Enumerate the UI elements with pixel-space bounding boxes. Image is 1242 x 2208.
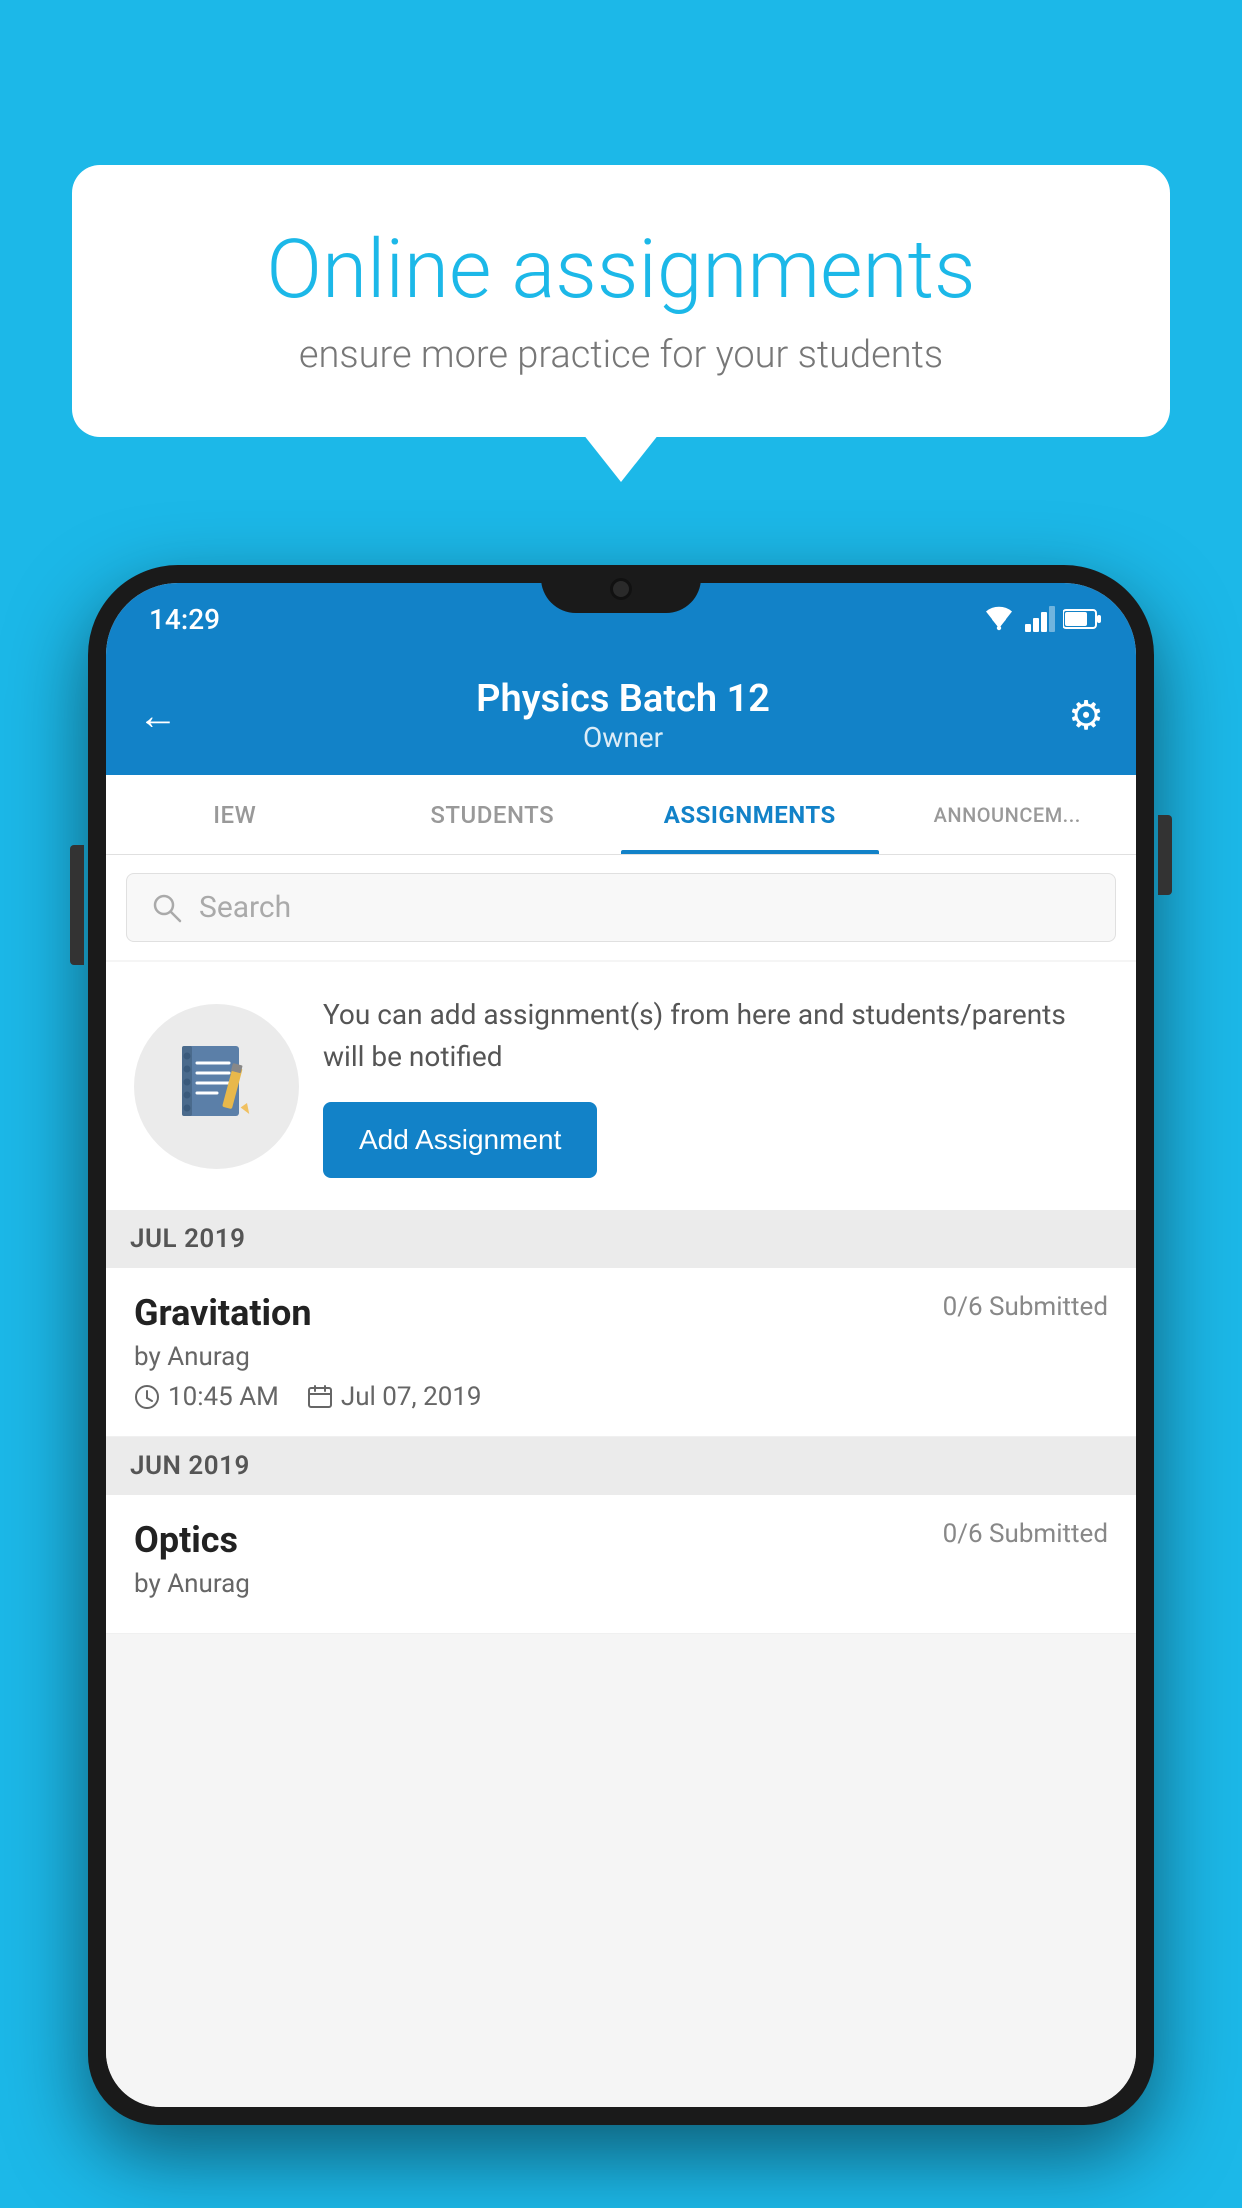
signal-icon <box>1025 606 1055 632</box>
search-placeholder: Search <box>199 890 291 925</box>
header-title: Physics Batch 12 <box>178 677 1068 721</box>
status-icons <box>981 606 1101 632</box>
battery-icon <box>1063 608 1101 630</box>
speech-bubble: Online assignments ensure more practice … <box>72 165 1170 437</box>
phone-screen: 14:29 <box>106 583 1136 2107</box>
header-subtitle: Owner <box>178 721 1068 754</box>
settings-button[interactable]: ⚙ <box>1068 692 1104 739</box>
search-icon <box>151 892 183 924</box>
calendar-icon <box>307 1384 333 1410</box>
notch <box>541 565 701 613</box>
section-header-jun: JUN 2019 <box>106 1437 1136 1495</box>
assignment-item-header: Gravitation 0/6 Submitted <box>134 1292 1108 1334</box>
status-time: 14:29 <box>141 603 220 636</box>
search-bar[interactable]: Search <box>126 873 1116 942</box>
notebook-icon <box>177 1041 257 1131</box>
assignment-time-gravitation: 10:45 AM <box>134 1382 279 1412</box>
assignment-item-optics[interactable]: Optics 0/6 Submitted by Anurag <box>106 1495 1136 1634</box>
tab-announcements[interactable]: ANNOUNCEM... <box>879 775 1137 854</box>
assignment-submitted-gravitation: 0/6 Submitted <box>943 1292 1108 1322</box>
search-container: Search <box>106 855 1136 960</box>
section-header-jul: JUL 2019 <box>106 1210 1136 1268</box>
assignment-by-gravitation: by Anurag <box>134 1342 1108 1372</box>
assignment-submitted-optics: 0/6 Submitted <box>943 1519 1108 1549</box>
bubble-title: Online assignments <box>142 225 1100 315</box>
assignment-icon-circle <box>134 1004 299 1169</box>
phone-outer: 14:29 <box>88 565 1154 2125</box>
header-title-group: Physics Batch 12 Owner <box>178 677 1068 754</box>
clock-icon <box>134 1384 160 1410</box>
back-button[interactable]: ← <box>138 692 178 739</box>
assignment-item-header-optics: Optics 0/6 Submitted <box>134 1519 1108 1561</box>
assignment-by-optics: by Anurag <box>134 1569 1108 1599</box>
assignment-date-gravitation: Jul 07, 2019 <box>307 1382 482 1412</box>
assignment-item-gravitation[interactable]: Gravitation 0/6 Submitted by Anurag 10:4… <box>106 1268 1136 1437</box>
phone-mockup: 14:29 <box>88 565 1154 2208</box>
assignment-name-optics: Optics <box>134 1519 238 1561</box>
info-text-area: You can add assignment(s) from here and … <box>323 994 1108 1178</box>
bubble-subtitle: ensure more practice for your students <box>142 333 1100 377</box>
camera <box>610 578 632 600</box>
info-description: You can add assignment(s) from here and … <box>323 994 1108 1078</box>
assignment-meta-gravitation: 10:45 AM Jul 07, 2019 <box>134 1382 1108 1412</box>
app-header: ← Physics Batch 12 Owner ⚙ <box>106 655 1136 775</box>
speech-bubble-container: Online assignments ensure more practice … <box>72 165 1170 437</box>
tab-iew[interactable]: IEW <box>106 775 364 854</box>
screen-content: Search <box>106 855 1136 2107</box>
info-card: You can add assignment(s) from here and … <box>106 962 1136 1210</box>
tab-students[interactable]: STUDENTS <box>364 775 622 854</box>
add-assignment-button[interactable]: Add Assignment <box>323 1102 597 1178</box>
tabs-bar: IEW STUDENTS ASSIGNMENTS ANNOUNCEM... <box>106 775 1136 855</box>
assignment-name-gravitation: Gravitation <box>134 1292 312 1334</box>
tab-assignments[interactable]: ASSIGNMENTS <box>621 775 879 854</box>
wifi-icon <box>981 606 1017 632</box>
